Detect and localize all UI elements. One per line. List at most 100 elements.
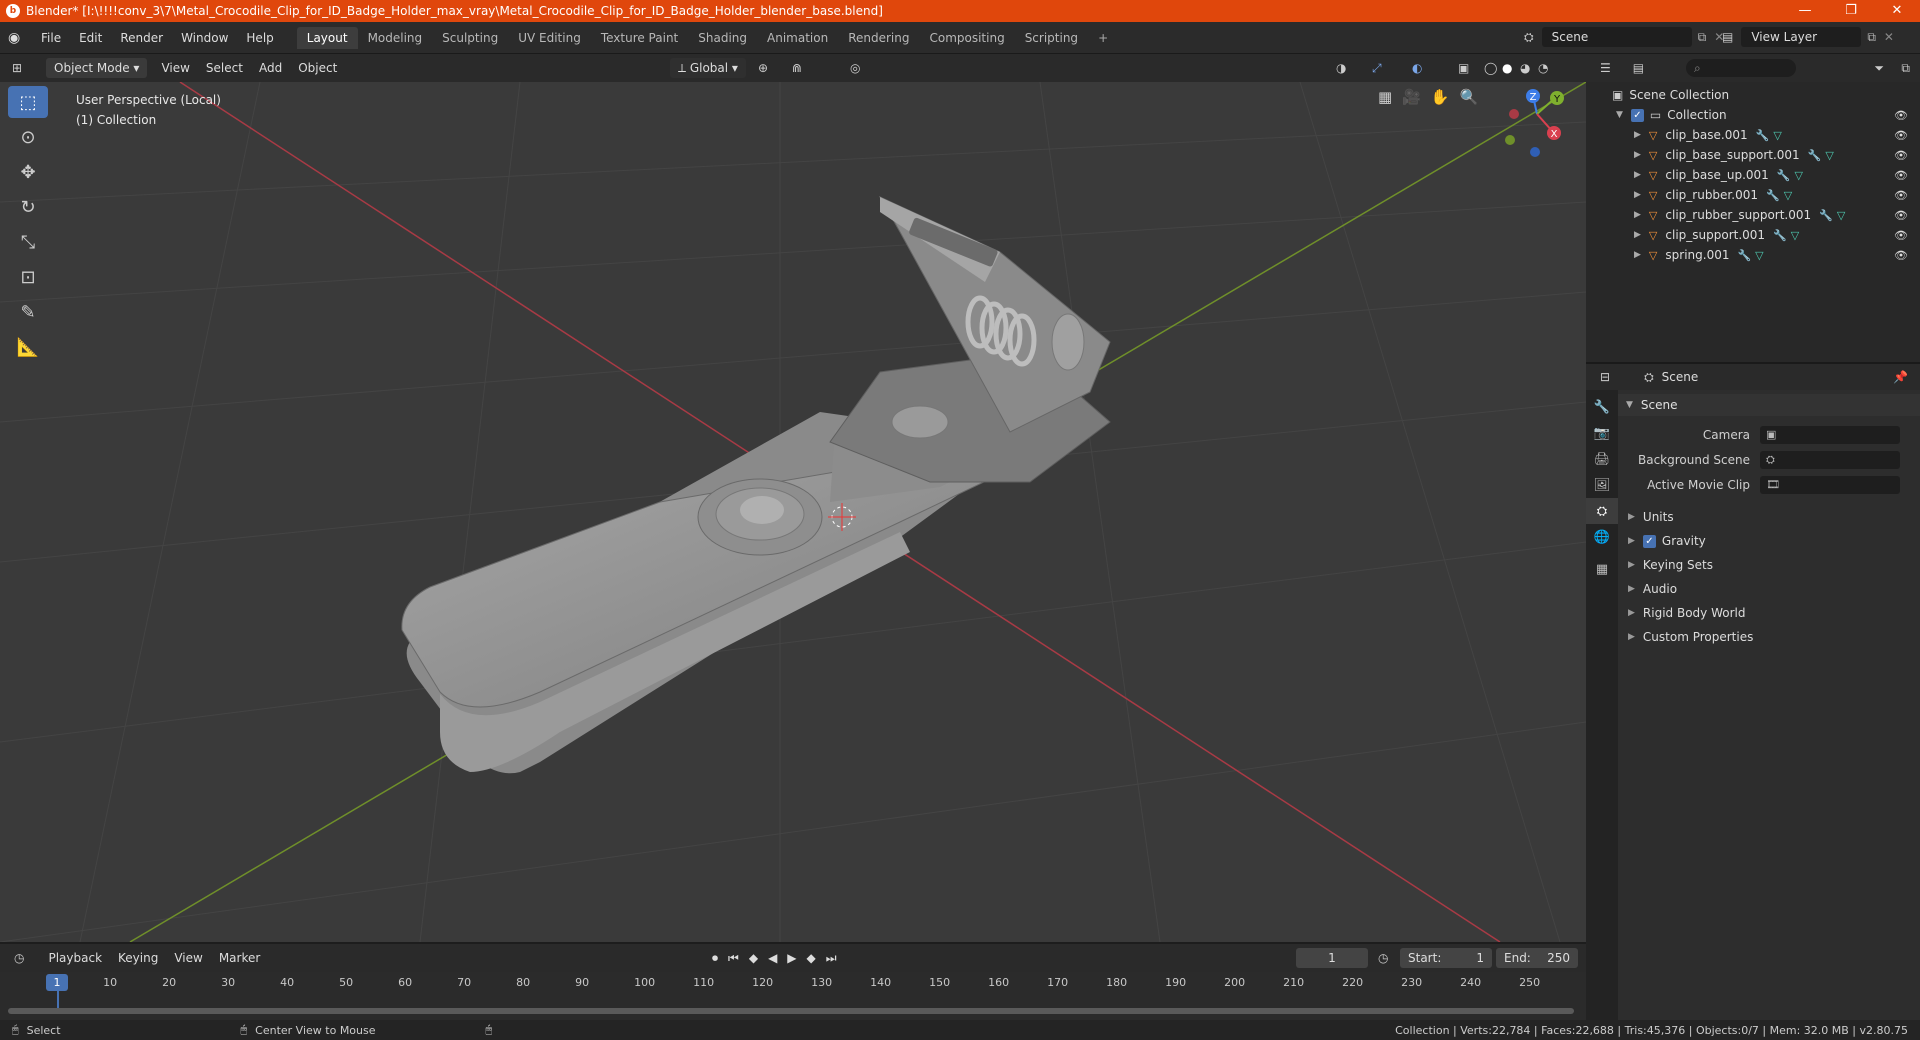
modifier-icon[interactable]: 🔧 — [1777, 169, 1791, 182]
object-visibility-icon[interactable]: 👁 — [1894, 209, 1908, 222]
tab-modeling[interactable]: Modeling — [358, 27, 433, 49]
background-scene-field[interactable]: ⛭ — [1760, 450, 1900, 469]
playhead[interactable]: 1 — [46, 974, 68, 991]
select-menu[interactable]: Select — [198, 61, 251, 75]
close-button[interactable]: ✕ — [1874, 0, 1920, 22]
annotate-tool[interactable]: ✎ — [8, 296, 48, 328]
tab-compositing[interactable]: Compositing — [919, 27, 1014, 49]
outliner-editor-icon[interactable]: ☰ — [1600, 61, 1611, 75]
scene-name-field[interactable]: Scene — [1541, 27, 1692, 47]
blender-menu-icon[interactable]: ◉ — [8, 30, 28, 46]
scene-panel-header[interactable]: ▼ Scene — [1618, 394, 1920, 416]
outliner-object-row[interactable]: ▶ ▽ clip_support.001 🔧 ▽ 👁 — [1586, 225, 1920, 245]
keying-sets-subpanel[interactable]: ▶ Keying Sets — [1618, 553, 1920, 577]
jump-end-icon[interactable]: ⏭ — [826, 951, 837, 966]
collection-visibility-icon[interactable]: 👁 — [1894, 109, 1908, 122]
view-menu[interactable]: View — [153, 61, 197, 75]
object-expand-icon[interactable]: ▶ — [1634, 190, 1641, 200]
next-keyframe-icon[interactable]: ◆ — [807, 951, 816, 966]
outliner-object-row[interactable]: ▶ ▽ clip_rubber.001 🔧 ▽ 👁 — [1586, 185, 1920, 205]
maximize-button[interactable]: ❐ — [1828, 0, 1874, 22]
object-visibility-icon[interactable]: 👁 — [1894, 249, 1908, 262]
rendered-shading-icon[interactable]: ◔ — [1538, 61, 1548, 75]
transform-tool[interactable]: ⊡ — [8, 261, 48, 293]
scene-icon[interactable]: ⛭ — [1524, 30, 1534, 45]
filter-icon[interactable]: ⏷ — [1874, 61, 1884, 76]
visibility-icon[interactable]: ◑ — [1336, 61, 1346, 75]
view-layer-field[interactable]: View Layer — [1741, 27, 1862, 47]
texture-props-tab-icon[interactable]: ▦ — [1586, 556, 1618, 582]
marker-menu[interactable]: Marker — [211, 951, 268, 965]
tab-sculpting[interactable]: Sculpting — [432, 27, 508, 49]
keying-menu[interactable]: Keying — [110, 951, 166, 965]
move-tool[interactable]: ✥ — [8, 156, 48, 188]
custom-properties-subpanel[interactable]: ▶ Custom Properties — [1618, 625, 1920, 649]
timeline-editor-icon[interactable]: ◷ — [14, 951, 24, 965]
modifier-icon[interactable]: 🔧 — [1819, 209, 1833, 222]
outliner-object-row[interactable]: ▶ ▽ spring.001 🔧 ▽ 👁 — [1586, 245, 1920, 265]
cursor-tool[interactable]: ⊙ — [8, 121, 48, 153]
tab-animation[interactable]: Animation — [757, 27, 838, 49]
add-workspace-button[interactable]: + — [1088, 27, 1118, 49]
object-visibility-icon[interactable]: 👁 — [1894, 169, 1908, 182]
gravity-checkbox[interactable]: ✓ — [1642, 534, 1656, 548]
object-mode-dropdown[interactable]: Object Mode ▾ — [46, 58, 148, 78]
render-props-tab-icon[interactable]: 📷 — [1586, 420, 1618, 446]
object-expand-icon[interactable]: ▶ — [1634, 130, 1641, 140]
camera-field[interactable]: ▣ — [1760, 425, 1900, 444]
preview-range-icon[interactable]: ◷ — [1378, 951, 1388, 965]
tab-layout[interactable]: Layout — [296, 26, 358, 49]
object-expand-icon[interactable]: ▶ — [1634, 250, 1641, 260]
outliner-search-input[interactable]: ⌕ — [1686, 59, 1796, 77]
proportional-edit-icon[interactable]: ◎ — [850, 61, 860, 75]
object-visibility-icon[interactable]: 👁 — [1894, 189, 1908, 202]
rotate-tool[interactable]: ↻ — [8, 191, 48, 223]
collection-checkbox[interactable]: ✓ — [1630, 108, 1644, 122]
mesh-data-icon[interactable]: ▽ — [1755, 249, 1763, 262]
modifier-icon[interactable]: 🔧 — [1766, 189, 1780, 202]
mesh-data-icon[interactable]: ▽ — [1791, 229, 1799, 242]
editor-type-icon[interactable]: ⊞ — [12, 61, 22, 75]
output-props-tab-icon[interactable]: 🖨 — [1586, 446, 1618, 472]
tab-uv-editing[interactable]: UV Editing — [508, 27, 591, 49]
pin-icon[interactable]: 📌 — [1893, 370, 1908, 384]
timeline[interactable]: 1102030405060708090100110120130140150160… — [0, 972, 1586, 1020]
menu-render[interactable]: Render — [111, 31, 172, 45]
add-menu[interactable]: Add — [251, 61, 290, 75]
wireframe-shading-icon[interactable]: ◯ — [1484, 61, 1497, 75]
remove-view-layer-icon[interactable]: ✕ — [1884, 30, 1894, 44]
object-visibility-icon[interactable]: 👁 — [1894, 229, 1908, 242]
modifier-icon[interactable]: 🔧 — [1756, 129, 1770, 142]
mesh-data-icon[interactable]: ▽ — [1795, 169, 1803, 182]
outliner-scene-collection[interactable]: ▣ Scene Collection — [1586, 85, 1920, 105]
measure-tool[interactable]: 📐 — [8, 331, 48, 363]
object-expand-icon[interactable]: ▶ — [1634, 170, 1641, 180]
tool-props-tab-icon[interactable]: 🔧 — [1586, 394, 1618, 420]
tab-scripting[interactable]: Scripting — [1015, 27, 1088, 49]
xray-toggle-icon[interactable]: ▣ — [1458, 61, 1469, 75]
new-view-layer-icon[interactable]: ⧉ — [1867, 30, 1876, 45]
outliner-object-row[interactable]: ▶ ▽ clip_base.001 🔧 ▽ 👁 — [1586, 125, 1920, 145]
menu-help[interactable]: Help — [237, 31, 282, 45]
record-icon[interactable]: ⏺ — [712, 951, 718, 966]
navigation-gizmo[interactable]: Z Y X — [1380, 84, 1580, 164]
properties-editor-icon[interactable]: ⊟ — [1600, 370, 1610, 384]
modifier-icon[interactable]: 🔧 — [1808, 149, 1822, 162]
menu-edit[interactable]: Edit — [70, 31, 111, 45]
outliner-collection[interactable]: ▼ ✓ ▭ Collection 👁 — [1586, 105, 1920, 125]
prev-keyframe-icon[interactable]: ◆ — [749, 951, 758, 966]
object-expand-icon[interactable]: ▶ — [1634, 150, 1641, 160]
view-layer-icon[interactable]: ▤ — [1722, 30, 1733, 44]
mesh-data-icon[interactable]: ▽ — [1773, 129, 1781, 142]
gravity-subpanel[interactable]: ▶ ✓ Gravity — [1618, 529, 1920, 553]
minimize-button[interactable]: — — [1782, 0, 1828, 22]
start-frame-field[interactable]: Start: 1 — [1400, 948, 1492, 968]
modifier-icon[interactable]: 🔧 — [1737, 249, 1751, 262]
object-visibility-icon[interactable]: 👁 — [1894, 149, 1908, 162]
mesh-data-icon[interactable]: ▽ — [1784, 189, 1792, 202]
material-shading-icon[interactable]: ◕ — [1520, 61, 1530, 75]
play-icon[interactable]: ▶ — [787, 951, 796, 966]
new-scene-icon[interactable]: ⧉ — [1698, 30, 1707, 45]
pivot-icon[interactable]: ⊕ — [758, 61, 768, 75]
timeline-scrollbar[interactable] — [8, 1008, 1574, 1014]
